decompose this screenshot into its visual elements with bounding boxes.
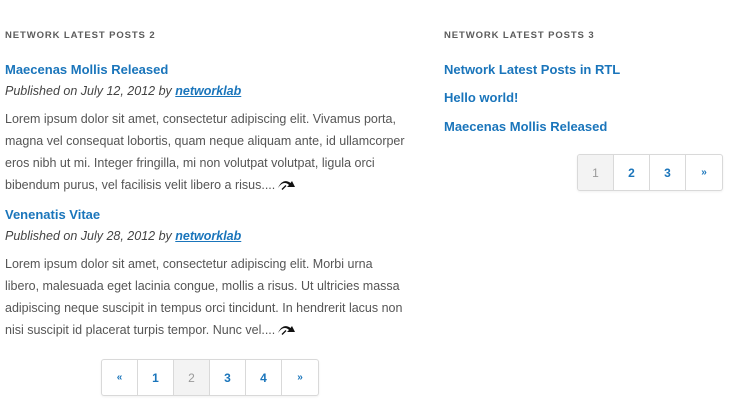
- excerpt-line: magna vel consequat lobortis, quam neque…: [5, 134, 405, 148]
- pagination-current-page: 2: [174, 360, 210, 395]
- post-excerpt: Lorem ipsum dolor sit amet, consectetur …: [5, 108, 420, 196]
- pagination-prev-button[interactable]: «: [102, 360, 138, 395]
- read-more-arrow-icon[interactable]: [277, 320, 296, 342]
- post-date-text: Published on July 28, 2012 by: [5, 229, 176, 243]
- post-excerpt: Lorem ipsum dolor sit amet, consectetur …: [5, 253, 420, 341]
- widget-title: NETWORK LATEST POSTS 3: [444, 30, 595, 41]
- post-author-link[interactable]: networklab: [175, 229, 241, 243]
- post-meta: Published on July 28, 2012 by networklab: [5, 228, 420, 244]
- excerpt-line: Lorem ipsum dolor sit amet, consectetur …: [5, 112, 396, 126]
- read-more-arrow-icon[interactable]: [277, 175, 296, 197]
- post-item: Venenatis Vitae Published on July 28, 20…: [5, 207, 420, 341]
- excerpt-line-last: nisi suscipit id placerat turpis tempor.…: [5, 319, 420, 341]
- post-title-link[interactable]: Hello world!: [444, 90, 518, 106]
- excerpt-line: adipiscing neque suscipit in tempus orci…: [5, 301, 403, 315]
- post-author-link[interactable]: networklab: [175, 84, 241, 98]
- pagination-page-4[interactable]: 4: [246, 360, 282, 395]
- post-title-link[interactable]: Maecenas Mollis Released: [5, 62, 420, 78]
- pagination-current-page: 1: [578, 155, 614, 190]
- pagination-right: 1 2 3 »: [577, 154, 723, 191]
- excerpt-line-last: bibendum purus, vel facilisis velit libe…: [5, 174, 420, 196]
- excerpt-line: eros nibh ut mi. Integer fringilla, mi n…: [5, 156, 375, 170]
- pagination-next-button[interactable]: »: [686, 155, 722, 190]
- post-title-link[interactable]: Venenatis Vitae: [5, 207, 420, 223]
- pagination-page-2[interactable]: 2: [614, 155, 650, 190]
- post-date-text: Published on July 12, 2012 by: [5, 84, 176, 98]
- widget-title: NETWORK LATEST POSTS 2: [5, 30, 156, 41]
- post-title-link[interactable]: Maecenas Mollis Released: [444, 119, 607, 135]
- post-title-link[interactable]: Network Latest Posts in RTL: [444, 62, 620, 78]
- pagination-left: « 1 2 3 4 »: [101, 359, 319, 396]
- pagination-page-3[interactable]: 3: [210, 360, 246, 395]
- pagination-page-3[interactable]: 3: [650, 155, 686, 190]
- post-item: Maecenas Mollis Released Published on Ju…: [5, 62, 420, 196]
- post-meta: Published on July 12, 2012 by networklab: [5, 83, 420, 99]
- excerpt-line: bibendum purus, vel facilisis velit libe…: [5, 178, 276, 192]
- excerpt-line: nisi suscipit id placerat turpis tempor.…: [5, 323, 276, 337]
- pagination-next-button[interactable]: »: [282, 360, 318, 395]
- excerpt-line: Lorem ipsum dolor sit amet, consectetur …: [5, 257, 373, 271]
- excerpt-line: libero, malesuada eget lacinia congue, m…: [5, 279, 400, 293]
- pagination-page-1[interactable]: 1: [138, 360, 174, 395]
